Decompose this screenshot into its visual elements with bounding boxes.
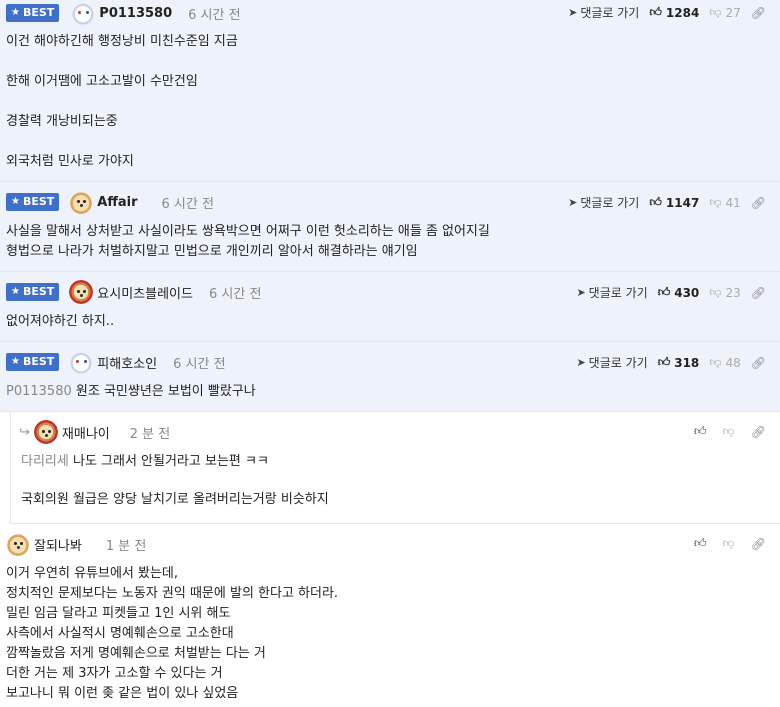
comment-line: 사측에서 사실적시 명예훼손으로 고소한대	[6, 626, 234, 641]
dislike-button[interactable]: 👎︎ 41	[709, 195, 740, 210]
comment-body: 사실을 말해서 상처받고 사실이라도 쌍욕박으면 어쩌구 이런 헛소리하는 애들…	[0, 222, 780, 261]
comment: 잘되나봐 1 분 전 👍︎ 👎︎ 🔗︎ 이거 우연히 유튜브에서 봤는데, 정치…	[0, 524, 780, 707]
comment-best-3: ★ BEST 요시미츠블레이드 6 시간 전 ➤ 댓글로 가기 👍︎ 430 👎︎ 23…	[0, 272, 780, 342]
author-nick[interactable]: Affair	[97, 195, 137, 210]
comment-line: 없어져야하긴 하지..	[6, 314, 115, 329]
star-icon: ★	[11, 7, 20, 18]
author-nick[interactable]: 재매나이	[62, 423, 110, 442]
comment-line: 외국처럼 민사로 가야지	[6, 154, 134, 169]
comment-best-1: ★ BEST P0113580 6 시간 전 ➤ 댓글로 가기 👍︎ 1284 👎︎ 2…	[0, 0, 780, 182]
comment-line: 국회의원 월급은 양당 날치기로 올려버리는거랑 비슷하지	[21, 492, 329, 507]
avatar[interactable]	[71, 1, 96, 25]
thumbs-down-icon: 👎︎	[709, 355, 722, 369]
comment-line: 보고나니 뭐 이런 좆 같은 법이 있나 싶었음	[6, 686, 239, 701]
comment-line: 한해 이거땜에 고소고발이 수만건임	[6, 74, 198, 89]
share-icon[interactable]: 🔗︎	[751, 286, 766, 300]
comment-actions: 👍︎ 👎︎ 🔗︎	[694, 424, 766, 439]
avatar[interactable]	[69, 350, 94, 374]
share-icon[interactable]: 🔗︎	[751, 356, 766, 370]
reply-indent-icon: ↪	[19, 424, 30, 440]
comment-line: 정치적인 문제보다는 노동자 권익 때문에 발의 한다고 하더라.	[6, 586, 339, 601]
avatar[interactable]	[69, 190, 94, 214]
comment-body: 이거 우연히 유튜브에서 봤는데, 정치적인 문제보다는 노동자 권익 때문에 …	[0, 564, 780, 704]
thumbs-down-icon: 👎︎	[709, 5, 722, 19]
share-icon[interactable]: 🔗︎	[751, 537, 766, 551]
share-icon[interactable]: 🔗︎	[751, 6, 766, 20]
reply-arrow-icon: ➤	[568, 196, 578, 209]
avatar[interactable]	[33, 420, 58, 444]
comment-actions: ➤ 댓글로 가기 👍︎ 1147 👎︎ 41 🔗︎	[568, 194, 766, 211]
comment-time: 1 분 전	[105, 538, 147, 554]
thumbs-up-icon: 👍︎	[657, 285, 671, 299]
comment-line: 형법으로 나라가 처벌하지말고 민법으로 개인끼리 알아서 해결하라는 얘기임	[6, 244, 418, 259]
mention-tag[interactable]: P0113580	[6, 384, 72, 399]
go-to-reply-link[interactable]: ➤ 댓글로 가기	[576, 284, 647, 301]
reply-arrow-icon: ➤	[568, 6, 578, 19]
comment-time: 6 시간 전	[208, 286, 262, 302]
comment-time: 6 시간 전	[188, 7, 241, 23]
thumbs-down-icon[interactable]: 👎︎	[723, 424, 735, 439]
dislike-button[interactable]: 👎︎ 48	[709, 355, 740, 370]
avatar[interactable]	[6, 532, 30, 556]
thumbs-up-icon[interactable]: 👍︎	[694, 536, 707, 551]
comment-body: 다리리세 나도 그래서 안될거라고 보는편 ㅋㅋ 국회의원 월급은 양당 날치기…	[11, 452, 780, 509]
thumbs-down-icon[interactable]: 👎︎	[723, 536, 735, 551]
share-icon[interactable]: 🔗︎	[751, 196, 766, 210]
comment-body: P0113580 원조 국민썅년은 보법이 빨랐구나	[0, 382, 780, 401]
avatar[interactable]	[69, 280, 94, 304]
comment-line: 이건 해야하긴해 행정낭비 미친수준임 지금	[6, 34, 238, 49]
comment-line: 사실을 말해서 상처받고 사실이라도 쌍욕박으면 어쩌구 이런 헛소리하는 애들…	[6, 224, 490, 239]
comment-time: 2 분 전	[129, 426, 171, 442]
like-button[interactable]: 👍︎ 1147	[649, 195, 699, 210]
comment-line: 이거 우연히 유튜브에서 봤는데,	[6, 566, 179, 581]
reply-arrow-icon: ➤	[576, 356, 586, 369]
comment-line: 깜짝놀랐음 저게 명예훼손으로 처벌받는 다는 거	[6, 646, 266, 661]
comment-actions: ➤ 댓글로 가기 👍︎ 318 👎︎ 48 🔗︎	[576, 354, 766, 371]
comment-body: 없어져야하긴 하지..	[0, 312, 780, 331]
author-nick[interactable]: P0113580	[99, 6, 172, 21]
author-nick[interactable]: 요시미츠블레이드	[97, 283, 193, 302]
like-button[interactable]: 👍︎ 318	[658, 355, 700, 370]
like-button[interactable]: 👍︎ 430	[658, 285, 700, 300]
dislike-button[interactable]: 👎︎ 23	[709, 285, 740, 300]
author-nick[interactable]: 잘되나봐	[34, 535, 82, 554]
comment-line: 밀린 임금 달라고 피켓들고 1인 시위 해도	[6, 606, 231, 621]
best-badge: ★ BEST	[6, 193, 60, 211]
comment-body: 이건 해야하긴해 행정낭비 미친수준임 지금 한해 이거땜에 고소고발이 수만건…	[0, 26, 780, 171]
mention-tag[interactable]: 다리리세	[21, 454, 69, 469]
like-button[interactable]: 👍︎ 1284	[649, 5, 699, 20]
comment-time: 6 시간 전	[161, 196, 214, 212]
go-to-reply-link[interactable]: ➤ 댓글로 가기	[568, 4, 639, 21]
thumbs-up-icon[interactable]: 👍︎	[694, 424, 707, 439]
comment-line: 다리리세 나도 그래서 안될거라고 보는편 ㅋㅋ	[21, 454, 269, 469]
thumbs-down-icon: 👎︎	[709, 195, 722, 209]
comment-best-4: ★ BEST 피해호소인 6 시간 전 ➤ 댓글로 가기 👍︎ 318 👎︎ 48 🔗︎…	[0, 342, 780, 412]
star-icon: ★	[11, 286, 20, 297]
comment-actions: ➤ 댓글로 가기 👍︎ 430 👎︎ 23 🔗︎	[576, 284, 766, 301]
share-icon[interactable]: 🔗︎	[751, 425, 766, 439]
go-to-reply-link[interactable]: ➤ 댓글로 가기	[568, 194, 639, 211]
best-badge: ★ BEST	[6, 283, 60, 301]
star-icon: ★	[11, 356, 20, 367]
comment-line: 원조 국민썅년은 보법이 빨랐구나	[75, 384, 256, 399]
reply-arrow-icon: ➤	[576, 286, 586, 299]
thumbs-up-icon: 👍︎	[657, 355, 671, 369]
best-badge: ★ BEST	[6, 4, 60, 22]
go-to-reply-link[interactable]: ➤ 댓글로 가기	[576, 354, 647, 371]
thumbs-down-icon: 👎︎	[709, 285, 722, 299]
comment-actions: 👍︎ 👎︎ 🔗︎	[694, 536, 766, 551]
comment-time: 6 시간 전	[173, 356, 226, 372]
comment-actions: ➤ 댓글로 가기 👍︎ 1284 👎︎ 27 🔗︎	[568, 4, 766, 21]
comment-line: 경찰력 개낭비되는중	[6, 114, 118, 129]
comment-reply: ↪ 재매나이 2 분 전 👍︎ 👎︎ 🔗︎ 다리리세 나도 그래서 안될거라고 …	[10, 412, 780, 524]
thumbs-up-icon: 👍︎	[649, 5, 662, 19]
best-badge: ★ BEST	[6, 353, 60, 371]
thumbs-up-icon: 👍︎	[649, 195, 662, 209]
star-icon: ★	[11, 196, 20, 207]
comment-best-2: ★ BEST Affair 6 시간 전 ➤ 댓글로 가기 👍︎ 1147 👎︎ 41 …	[0, 182, 780, 272]
author-nick[interactable]: 피해호소인	[97, 353, 157, 372]
dislike-button[interactable]: 👎︎ 27	[709, 5, 740, 20]
comment-line: 더한 거는 제 3자가 고소할 수 있다는 거	[6, 666, 223, 681]
